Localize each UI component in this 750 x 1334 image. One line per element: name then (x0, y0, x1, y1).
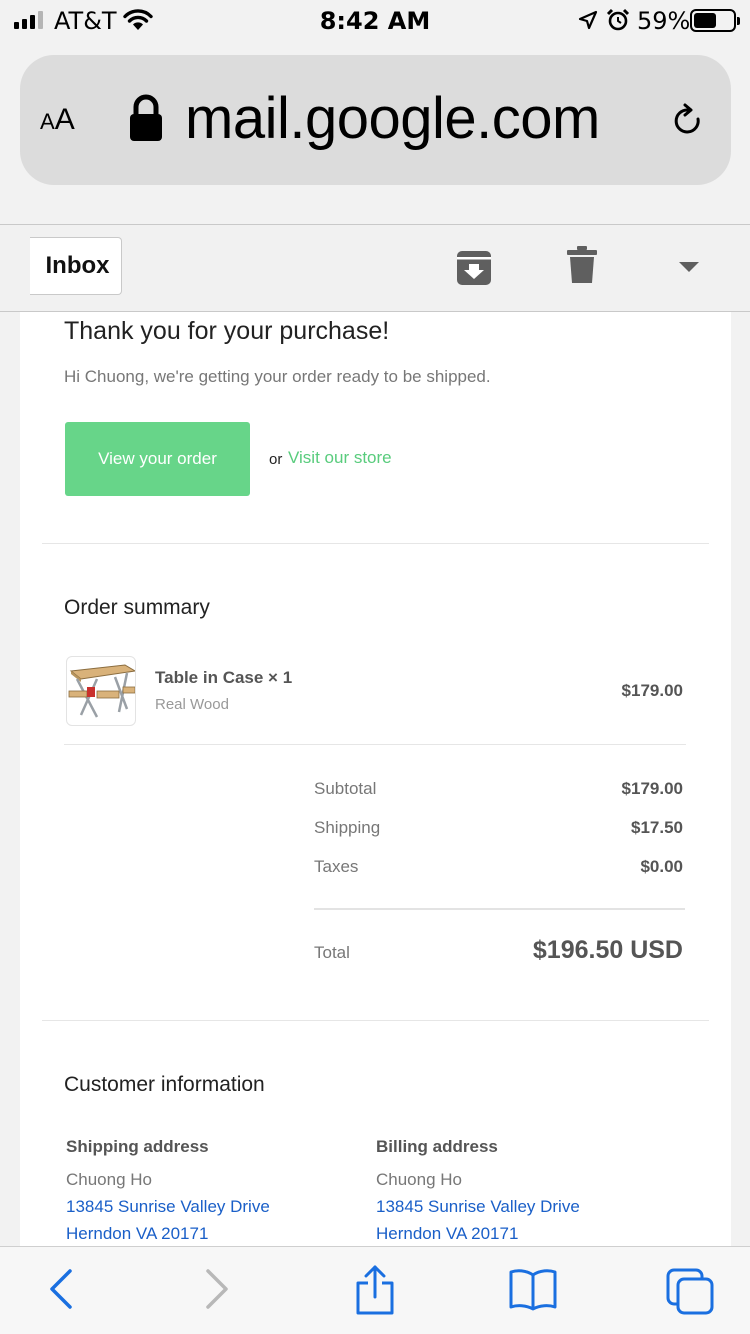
taxes-value: $0.00 (640, 857, 683, 876)
address-bar[interactable]: AA mail.google.com (20, 55, 731, 185)
billing-address-line2[interactable]: Herndon VA 20171 (376, 1224, 518, 1244)
divider (314, 908, 685, 910)
shipping-value: $17.50 (631, 818, 683, 837)
safari-bottom-bar (0, 1246, 750, 1334)
alarm-icon (606, 8, 630, 31)
email-body: Thank you for your purchase! Hi Chuong, … (20, 312, 731, 1246)
taxes-label: Taxes (314, 857, 359, 876)
reload-icon[interactable] (670, 103, 706, 139)
email-greeting: Hi Chuong, we're getting your order read… (64, 367, 491, 386)
battery-percent: 59% (637, 7, 691, 35)
divider (42, 543, 709, 544)
battery-icon (690, 9, 740, 32)
shipping-address-line1[interactable]: 13845 Sunrise Valley Drive (66, 1197, 270, 1217)
location-icon (578, 10, 598, 30)
order-summary-title: Order summary (64, 596, 210, 619)
table-image (68, 664, 135, 718)
tabs-icon[interactable] (665, 1267, 715, 1315)
bookmarks-icon[interactable] (508, 1267, 558, 1311)
more-icon[interactable] (678, 261, 700, 273)
delete-icon[interactable] (566, 245, 598, 285)
item-price: $179.00 (621, 681, 683, 700)
total-value: $196.50 USD (532, 936, 683, 964)
or-text: or (269, 451, 283, 468)
subtotal-value: $179.00 (621, 779, 683, 798)
archive-icon[interactable] (455, 249, 493, 287)
text-size-button[interactable]: AA (40, 103, 75, 137)
inbox-back-button[interactable]: Inbox (30, 237, 122, 295)
billing-address-line1[interactable]: 13845 Sunrise Valley Drive (376, 1197, 580, 1217)
status-bar: AT&T 8:42 AM 59% (0, 0, 750, 42)
forward-icon[interactable] (202, 1267, 232, 1311)
total-label: Total (314, 943, 350, 962)
customer-info-title: Customer information (64, 1073, 265, 1096)
shipping-name: Chuong Ho (66, 1170, 153, 1189)
billing-address-heading: Billing address (376, 1137, 498, 1156)
gmail-toolbar: Inbox (0, 224, 750, 312)
billing-name: Chuong Ho (376, 1170, 463, 1189)
share-icon[interactable] (354, 1265, 396, 1315)
email-heading: Thank you for your purchase! (64, 317, 390, 345)
url-text[interactable]: mail.google.com (185, 85, 600, 152)
visit-store-link[interactable]: Visit our store (288, 448, 392, 468)
item-variant: Real Wood (155, 696, 229, 713)
shipping-label: Shipping (314, 818, 381, 837)
shipping-address-line2[interactable]: Herndon VA 20171 (66, 1224, 208, 1244)
shipping-address-heading: Shipping address (66, 1137, 209, 1156)
back-icon[interactable] (46, 1267, 76, 1311)
view-order-button[interactable]: View your order (65, 422, 250, 496)
divider (42, 1020, 709, 1021)
item-name: Table in Case × 1 (155, 668, 293, 687)
lock-icon (130, 94, 162, 141)
subtotal-label: Subtotal (314, 779, 377, 798)
product-thumbnail[interactable] (66, 656, 136, 726)
divider (64, 744, 686, 745)
